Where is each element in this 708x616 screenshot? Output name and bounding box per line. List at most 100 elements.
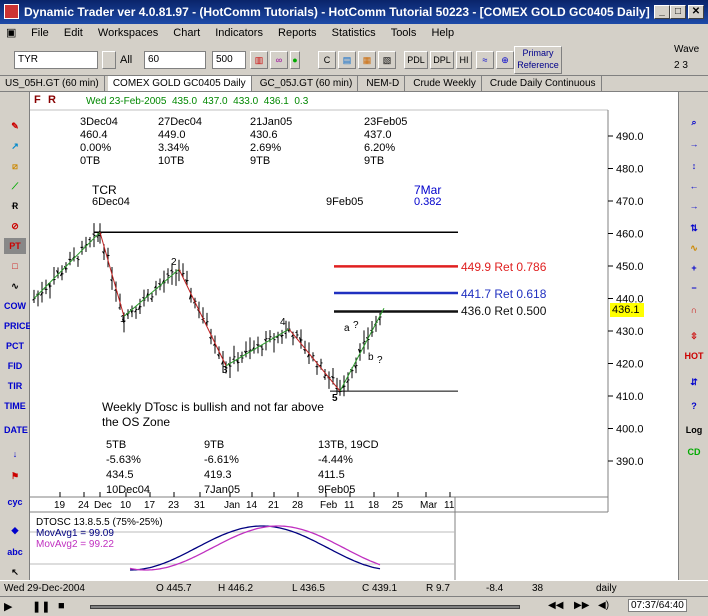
expand-icon[interactable]: ↕ [683,158,705,174]
zoom-icon[interactable]: ⌕ [683,114,705,130]
time-icon[interactable]: TIME [4,398,26,414]
abc-icon[interactable]: abc [4,544,26,560]
draw-icon[interactable]: ↗ [4,138,26,154]
copy-icon[interactable]: C [318,51,336,69]
flag-icon[interactable]: ⚑ [4,468,26,484]
ann3-tb: 9TB [250,155,271,167]
scroll-left-icon[interactable]: ← [683,178,705,194]
minimize-button[interactable]: _ [654,5,670,19]
log-button[interactable]: Log [683,422,705,438]
x-tick-label: 24 [78,500,90,511]
period-select[interactable]: 60 [144,51,206,69]
tab-crude-daily[interactable]: Crude Daily Continuous [485,76,602,91]
tcr-date3: 7Mar [414,183,442,197]
ruler-icon[interactable]: Ɍ [4,198,26,214]
rewind-icon[interactable]: ◀◀ [548,600,563,611]
forward-icon[interactable]: ▶▶ [574,600,589,611]
pattern-icon[interactable]: ∞ [270,51,288,69]
annotation-top-3: 21Jan05 430.6 2.69% 9TB [250,116,292,168]
annotation-top-1: 3Dec04 460.4 0.00% 0TB [80,116,118,168]
menu-reports[interactable]: Reports [272,24,323,42]
green-dot-icon[interactable]: ● [290,51,300,69]
move-icon[interactable]: ⇵ [683,374,705,390]
menu-workspaces[interactable]: Workspaces [92,24,164,42]
box-icon[interactable]: □ [4,258,26,274]
hi-button[interactable]: HI [456,51,472,69]
marker-icon[interactable]: ◆ [4,522,26,538]
f-button[interactable]: F [34,94,41,106]
bann1-date: 10Dec04 [106,484,151,496]
r-button[interactable]: R [48,94,56,106]
all-checkbox[interactable] [102,51,116,69]
stop-icon[interactable]: ■ [58,600,65,612]
menu-tools[interactable]: Tools [385,24,423,42]
playback-slider[interactable] [90,605,520,609]
remove-icon[interactable]: − [683,280,705,296]
zigzag-icon[interactable]: ∿ [4,278,26,294]
date-icon[interactable]: DATE [4,422,28,438]
cow-icon[interactable]: COW [4,298,26,314]
tab-comex-gold[interactable]: COMEX GOLD GC0405 Daily [107,76,252,91]
price-tick-label: 490.0 [616,131,644,143]
up-down-icon[interactable]: ⇳ [683,328,705,344]
wave-icon[interactable]: ≈ [476,51,494,69]
symbol-select[interactable]: TYR [14,51,98,69]
wave-tool-icon[interactable]: ∿ [683,240,705,256]
menu-edit[interactable]: Edit [58,24,89,42]
tab-nem-d[interactable]: NEM-D [361,76,406,91]
chart-area[interactable]: 490.0 480.0 470.0 460.0 450.0 440.0 430.0 420.0… [30,92,678,580]
dpl-button[interactable]: DPL [430,51,454,69]
close-button[interactable]: ✕ [688,5,704,19]
trend-icon[interactable]: ⟋ [4,178,26,194]
pct-icon[interactable]: PCT [4,338,26,354]
chart-type-icon[interactable]: ▥ [250,51,268,69]
fid-icon[interactable]: FID [4,358,26,374]
menu-chart[interactable]: Chart [167,24,206,42]
pt-icon[interactable]: PT [4,238,26,254]
fib-icon[interactable]: ⧄ [4,158,26,174]
play-icon[interactable]: ▶ [4,600,12,613]
tab-crude-weekly[interactable]: Crude Weekly [408,76,482,91]
x-tick-label: 10 [120,500,132,511]
menu-doc-icon[interactable]: ▣ [0,24,22,42]
vexpand-icon[interactable]: ⇅ [683,220,705,236]
x-tick-label: 21 [268,500,280,511]
price-chart[interactable]: 490.0480.0470.0460.0450.0440.0430.0420.0… [30,92,678,580]
bann3-tb: 13TB, 19CD [318,439,379,451]
pen-icon[interactable]: ✎ [4,118,26,134]
magnet-icon[interactable]: ∩ [683,302,705,318]
menu-indicators[interactable]: Indicators [209,24,269,42]
ann1-pct: 0.00% [80,142,112,154]
menu-bar: ▣ File Edit Workspaces Chart Indicators … [0,24,708,42]
grid-icon[interactable]: ▧ [378,51,396,69]
cycle-icon[interactable]: cyc [4,494,26,510]
price-icon[interactable]: PRICE [4,318,32,334]
shift-icon[interactable]: → [683,198,705,214]
maximize-button[interactable]: □ [670,5,686,19]
reference-icon[interactable]: ⊕ [496,51,514,69]
primary-reference-button[interactable]: Primary Reference [514,46,562,74]
print-icon[interactable]: ▦ [358,51,376,69]
tab-gc-05j[interactable]: GC_05J.GT (60 min) [255,76,359,91]
tir-icon[interactable]: TIR [4,378,26,394]
volume-icon[interactable]: ◀) [598,600,609,611]
cd-button[interactable]: CD [683,444,705,460]
channel-icon[interactable]: ⊘ [4,218,26,234]
tcr-date: 6Dec04 [92,196,130,208]
arrow-down-icon[interactable]: ↓ [4,446,26,462]
add-icon[interactable]: + [683,260,705,276]
pause-icon[interactable]: ❚❚ [32,600,50,613]
cursor-icon[interactable]: ↖ [4,564,26,580]
menu-statistics[interactable]: Statistics [326,24,382,42]
help-icon[interactable]: ? [683,398,705,414]
menu-help[interactable]: Help [425,24,460,42]
pdl-button[interactable]: PDL [404,51,428,69]
menu-file[interactable]: File [25,24,55,42]
tab-us-05h[interactable]: US_05H.GT (60 min) [0,76,105,91]
hot-icon[interactable]: HOT [683,348,705,364]
x-tick-label: 11 [344,500,355,511]
ann3-price: 430.6 [250,129,278,141]
scroll-right-icon[interactable]: → [683,136,705,152]
bars-input[interactable]: 500 [212,51,246,69]
save-icon[interactable]: ▤ [338,51,356,69]
